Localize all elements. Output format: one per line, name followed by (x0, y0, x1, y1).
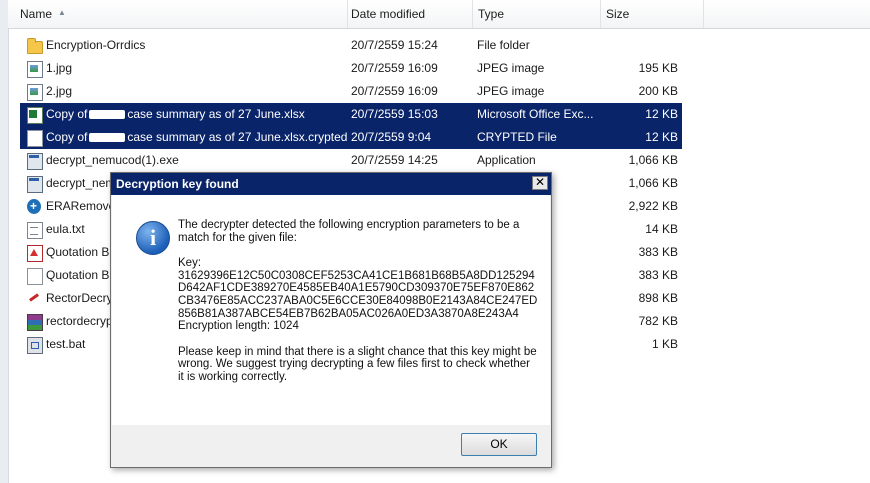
dialog-title: Decryption key found (116, 177, 239, 191)
column-header-date[interactable]: Date modified (345, 0, 473, 28)
file-name-prefix: Copy of (46, 130, 88, 144)
column-header-size-label: Size (606, 7, 630, 21)
warning-text: Please keep in mind that there is a slig… (178, 345, 537, 383)
message-intro: The decrypter detected the following enc… (178, 219, 520, 244)
file-name: ERARemover (46, 199, 120, 213)
file-name: Quotation B2 (46, 245, 117, 259)
key-line: D642AF1CDE389270E4585EB40A1E5790CD309370… (178, 282, 535, 295)
blank-file-icon (27, 268, 43, 285)
file-name: Quotation B2 (46, 268, 117, 282)
file-size: 1,066 KB (628, 176, 678, 190)
file-type: File folder (477, 38, 530, 52)
file-row[interactable]: 1.jpg 20/7/2559 16:09 JPEG image 195 KB (20, 57, 682, 80)
batch-file-icon (27, 337, 43, 354)
text-file-icon (27, 222, 43, 239)
column-header-name-label: Name (20, 7, 53, 21)
file-name: 2.jpg (46, 84, 73, 98)
file-name-text: case summary as of 27 June.xlsx (127, 107, 305, 121)
file-name: test.bat (46, 337, 86, 351)
column-header-date-label: Date modified (351, 7, 426, 21)
file-date: 20/7/2559 14:25 (351, 153, 438, 167)
file-size: 12 KB (645, 130, 678, 144)
file-size: 195 KB (638, 61, 678, 75)
file-type: JPEG image (477, 61, 545, 75)
key-line: 31629396E12C50C0308CEF5253CA41CE1B681B68… (178, 269, 535, 282)
sort-ascending-icon: ▲ (58, 8, 66, 17)
file-type: Application (477, 153, 536, 167)
dialog-message: The decrypter detected the following enc… (178, 219, 538, 397)
file-name: Encryption-Orrdics (46, 38, 146, 52)
redaction-mark (89, 133, 126, 143)
file-date: 20/7/2559 16:09 (351, 61, 438, 75)
file-name-text: case summary as of 27 June.xlsx.crypted (127, 130, 348, 144)
file-row[interactable]: Encryption-Orrdics 20/7/2559 15:24 File fo… (20, 34, 682, 57)
close-icon: ✕ (534, 175, 546, 189)
file-type: Microsoft Office Exc... (477, 107, 594, 121)
encryption-length: Encryption length: 1024 (178, 320, 299, 333)
column-header-bar: Name ▲ Date modified Type Size (8, 0, 870, 29)
file-name: Copy of case summary as of 27 June.xlsx.c… (46, 126, 347, 149)
file-size: 383 KB (638, 268, 678, 282)
dialog-titlebar[interactable]: Decryption key found ✕ (111, 173, 551, 195)
application-icon (27, 176, 43, 193)
redaction-mark (89, 110, 126, 120)
pdf-file-icon (27, 245, 43, 262)
excel-file-icon (27, 107, 43, 124)
file-size: 1,066 KB (628, 153, 678, 167)
file-row[interactable]: Copy of case summary as of 27 June.xlsx.c… (20, 126, 682, 149)
file-row[interactable]: Copy of case summary as of 27 June.xlsx 20… (20, 103, 682, 126)
key-label: Key: (178, 257, 202, 270)
info-icon: i (136, 221, 170, 255)
file-row[interactable]: decrypt_nemucod(1).exe 20/7/2559 14:25 App… (20, 149, 682, 172)
file-type: CRYPTED File (477, 130, 557, 144)
file-name: decrypt_nem (46, 176, 116, 190)
dialog-content: i The decrypter detected the following e… (112, 195, 550, 425)
file-size: 12 KB (645, 107, 678, 121)
file-row[interactable]: 2.jpg 20/7/2559 16:09 JPEG image 200 KB (20, 80, 682, 103)
key-line: CB3476E85ACC237ABA0C5E6CCE30E84098B0E214… (178, 294, 538, 307)
image-file-icon (27, 61, 43, 78)
file-name: Copy of case summary as of 27 June.xlsx (46, 103, 305, 126)
rar-archive-icon (27, 314, 43, 331)
decryption-key-dialog: Decryption key found ✕ i The decrypter d… (110, 172, 552, 468)
file-size: 200 KB (638, 84, 678, 98)
file-name: rectordecryp (46, 314, 113, 328)
file-date: 20/7/2559 15:24 (351, 38, 438, 52)
column-header-type-label: Type (478, 7, 505, 21)
column-header-name[interactable]: Name ▲ (14, 0, 348, 28)
dialog-footer: OK (112, 425, 550, 466)
key-line: 856B81A387ABCE54EB7B62BA05AC026A0ED3A387… (178, 307, 519, 320)
column-header-size[interactable]: Size (600, 0, 704, 28)
file-size: 782 KB (638, 314, 678, 328)
file-size: 383 KB (638, 245, 678, 259)
file-name-prefix: Copy of (46, 107, 88, 121)
blank-file-icon (27, 130, 43, 147)
rector-icon (27, 291, 41, 306)
file-name: 1.jpg (46, 61, 73, 75)
file-size: 1 KB (651, 337, 678, 351)
ok-button[interactable]: OK (461, 433, 537, 456)
image-file-icon (27, 84, 43, 101)
file-name: eula.txt (46, 222, 85, 236)
folder-icon (27, 38, 43, 54)
file-type: JPEG image (477, 84, 545, 98)
file-size: 14 KB (645, 222, 678, 236)
era-remover-icon (27, 195, 41, 218)
file-name: decrypt_nemucod(1).exe (46, 153, 179, 167)
navigation-pane-edge (0, 0, 9, 483)
file-name: RectorDecry (46, 291, 113, 305)
file-date: 20/7/2559 15:03 (351, 107, 438, 121)
close-button[interactable]: ✕ (532, 176, 548, 190)
file-size: 898 KB (638, 291, 678, 305)
file-date: 20/7/2559 16:09 (351, 84, 438, 98)
file-size: 2,922 KB (628, 199, 678, 213)
column-header-type[interactable]: Type (472, 0, 601, 28)
ok-button-label: OK (490, 437, 508, 451)
file-date: 20/7/2559 9:04 (351, 130, 432, 144)
application-icon (27, 153, 43, 170)
